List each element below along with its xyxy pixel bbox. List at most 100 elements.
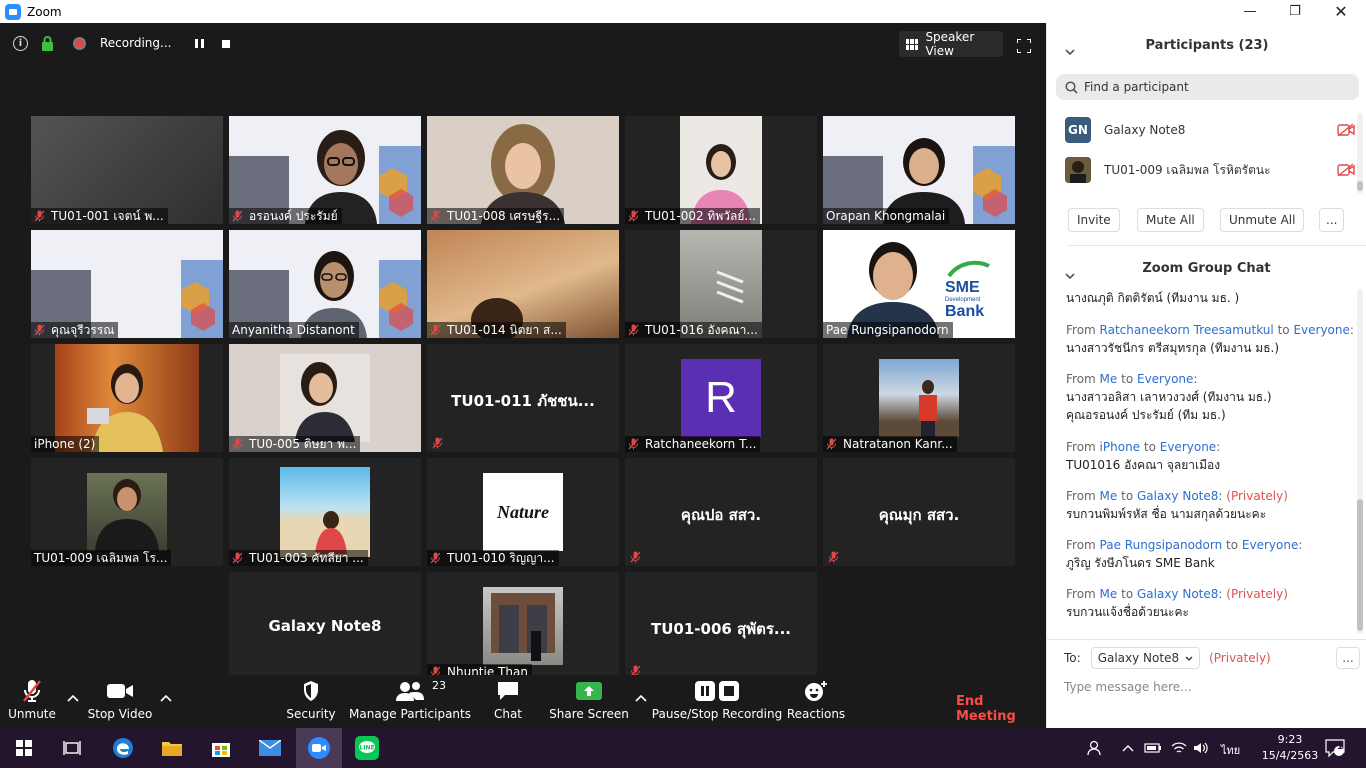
chat-title: Zoom Group Chat [1142, 261, 1271, 276]
divider [1047, 639, 1366, 640]
notification-count: 1 [1337, 742, 1344, 752]
pause-stop-recording-button[interactable]: Pause/Stop Recording [652, 675, 782, 728]
battery-icon[interactable] [1142, 728, 1164, 768]
chat-message-text: ภูริญ รังษีภโนดร SME Bank [1066, 556, 1215, 570]
chat-message: From Pae Rungsipanodorn to Everyone: ภูริ… [1066, 536, 1356, 572]
share-screen-button[interactable]: Share Screen [549, 675, 629, 728]
chat-scrollbar[interactable] [1357, 499, 1363, 631]
lock-icon[interactable] [41, 36, 56, 51]
video-tile[interactable]: iPhone (2) [31, 344, 223, 452]
chat-more-button[interactable]: ... [1336, 647, 1360, 669]
speaker-view-button[interactable]: Speaker View [899, 30, 1003, 58]
video-tile[interactable]: TU01-009 เฉลิมพล โร... [31, 458, 223, 566]
participant-name-label: คุณจุรีวรรณ [31, 322, 119, 338]
chat-message-text: นางสาวอลิสา เลาหวงวงศ์ (ทีมงาน มธ.) [1066, 390, 1272, 404]
participant-name-label: Natratanon Kanr... [823, 436, 957, 452]
video-tile[interactable]: Galaxy Note8 [229, 572, 421, 680]
video-tile[interactable]: SME Development Bank Pae Rungsipanodorn [823, 230, 1015, 338]
video-off-icon[interactable] [1337, 123, 1355, 137]
wifi-icon[interactable] [1168, 728, 1190, 768]
video-tile[interactable]: TU01-003 คัทลียา ... [229, 458, 421, 566]
clock-date[interactable]: 15/4/2563 [1256, 749, 1324, 762]
video-tile[interactable]: Nhuntie Than [427, 572, 619, 680]
stop-recording-icon[interactable] [222, 40, 230, 48]
grid-icon [906, 38, 919, 50]
chat-message: From iPhone to Everyone: TU01016 อังคณา จ… [1066, 438, 1356, 474]
video-tile[interactable]: Anyanitha Distanont [229, 230, 421, 338]
participant-name-label: TU01-008 เศรษฐีร... [427, 208, 565, 224]
edge-browser-icon[interactable] [100, 728, 146, 768]
maximize-icon[interactable]: ❐ [1272, 0, 1318, 23]
minimize-icon[interactable]: — [1227, 0, 1273, 23]
stop-video-button[interactable]: Stop Video [88, 675, 152, 728]
nature-logo: Nature [483, 473, 563, 551]
share-options-chevron-icon[interactable] [635, 687, 647, 702]
video-tile[interactable]: TU01-008 เศรษฐีร... [427, 116, 619, 224]
chat-message-input[interactable] [1064, 677, 1354, 697]
video-tile[interactable]: TU01-001 เจตน์ พ... [31, 116, 223, 224]
muted-mic-icon [630, 551, 641, 563]
unmute-all-button[interactable]: Unmute All [1220, 208, 1305, 232]
windows-start-icon[interactable] [0, 728, 48, 768]
zoom-taskbar-icon[interactable] [296, 728, 342, 768]
volume-icon[interactable] [1190, 728, 1212, 768]
info-icon[interactable]: i [13, 36, 28, 51]
close-icon[interactable]: ✕ [1318, 0, 1364, 23]
people-icon[interactable] [1080, 728, 1108, 768]
recipient-select[interactable]: Galaxy Note8 [1090, 647, 1201, 669]
task-view-icon[interactable] [48, 728, 96, 768]
manage-participants-button[interactable]: 23 Manage Participants [349, 675, 471, 728]
participant-name: Galaxy Note8 [1104, 123, 1186, 137]
fullscreen-icon[interactable] [1016, 38, 1032, 54]
participant-row[interactable]: GN Galaxy Note8 [1065, 116, 1355, 144]
security-button[interactable]: Security [286, 675, 336, 728]
video-tile[interactable]: คุณมุก สสว. [823, 458, 1015, 566]
video-tile[interactable]: TU01-006 สุพัตร... [625, 572, 817, 680]
invite-button[interactable]: Invite [1068, 208, 1120, 232]
unmute-button[interactable]: Unmute [8, 675, 56, 728]
tray-chevron-up-icon[interactable] [1118, 728, 1138, 768]
video-tile[interactable]: R Ratchaneekorn T... [625, 344, 817, 452]
recording-icon [73, 37, 86, 50]
clock-time[interactable]: 9:23 [1270, 733, 1310, 746]
file-explorer-icon[interactable] [148, 728, 196, 768]
video-tile[interactable]: TU01-011 ภัชชน... [427, 344, 619, 452]
input-language[interactable]: ไทย [1221, 741, 1240, 759]
participant-name-label: Ratchaneekorn T... [625, 436, 761, 452]
participant-name-label: Pae Rungsipanodorn [823, 322, 953, 338]
video-tile[interactable]: TU01-016 อังคณา... [625, 230, 817, 338]
meeting-top-bar: i Recording... Speaker View [0, 23, 1046, 65]
participant-search[interactable]: Find a participant [1056, 74, 1359, 100]
more-options-button[interactable]: ... [1319, 208, 1345, 232]
line-app-icon[interactable]: LINE [344, 728, 390, 768]
mail-icon[interactable] [246, 728, 294, 768]
video-tile[interactable]: TU01-014 นิตยา ส... [427, 230, 619, 338]
chat-message-text: รบกวนพิมพ์รหัส ชื่อ นามสกุลด้วยนะคะ [1066, 507, 1267, 521]
video-tile[interactable]: คุณจุรีวรรณ [31, 230, 223, 338]
audio-options-chevron-icon[interactable] [67, 687, 79, 702]
participants-icon: 23 [390, 675, 446, 707]
participant-row[interactable]: TU01-009 เฉลิมพล โรหิตรัตนะ [1065, 156, 1355, 184]
avatar: GN [1065, 117, 1091, 143]
chat-button[interactable]: Chat [488, 675, 528, 728]
reactions-button[interactable]: Reactions [787, 675, 845, 728]
video-tile[interactable]: Nature TU01-010 ริญญา... [427, 458, 619, 566]
video-tile[interactable]: อรอนงค์ ประรัมย์ [229, 116, 421, 224]
video-tile[interactable]: TU01-002 ทิพวัลย์... [625, 116, 817, 224]
video-tile[interactable]: TU0-005 ติษยา พ... [229, 344, 421, 452]
mute-all-button[interactable]: Mute All [1137, 208, 1204, 232]
chat-message-header: From iPhone to Everyone: [1066, 440, 1221, 454]
video-options-chevron-icon[interactable] [160, 687, 172, 702]
notification-center-icon[interactable]: 1 [1320, 728, 1350, 768]
video-tile[interactable]: Natratanon Kanr... [823, 344, 1015, 452]
store-icon[interactable] [197, 728, 245, 768]
avatar: R [681, 359, 761, 437]
sender-name: Me [1099, 587, 1118, 601]
video-tile[interactable]: คุณปอ สสว. [625, 458, 817, 566]
video-off-icon[interactable] [1337, 163, 1355, 177]
pause-recording-icon[interactable] [195, 39, 204, 48]
video-tile[interactable]: Orapan Khongmalai [823, 116, 1015, 224]
end-meeting-button[interactable]: End Meeting [956, 694, 1046, 724]
participants-scrollbar[interactable] [1357, 181, 1363, 191]
search-input[interactable]: Find a participant [1084, 80, 1189, 94]
